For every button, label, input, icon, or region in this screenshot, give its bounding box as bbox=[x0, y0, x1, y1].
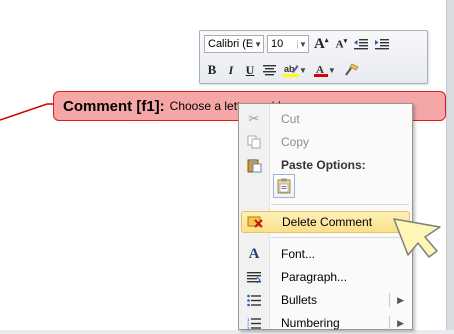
shrink-font-button[interactable]: A▾ bbox=[333, 35, 349, 53]
font-name-combo[interactable]: Calibri (E ▼ bbox=[204, 35, 264, 53]
font-size-value: 10 bbox=[271, 38, 284, 50]
font-icon: A bbox=[248, 245, 260, 262]
chevron-down-icon[interactable]: ▼ bbox=[299, 66, 307, 75]
highlight-button[interactable]: ab ▼ bbox=[281, 61, 309, 79]
menu-item-copy[interactable]: Copy bbox=[241, 131, 410, 153]
font-color-icon: A bbox=[313, 64, 328, 77]
paste-text-only-icon bbox=[277, 178, 291, 194]
increase-indent-icon bbox=[375, 39, 390, 50]
underline-button[interactable]: U bbox=[242, 61, 258, 79]
delete-comment-icon bbox=[242, 211, 268, 233]
menu-item-label: Paste Options: bbox=[281, 158, 366, 172]
menu-item-paste-options: Paste Options: bbox=[241, 154, 410, 176]
paste-keep-text-button[interactable] bbox=[273, 174, 295, 198]
menu-item-cut[interactable]: ✂ Cut bbox=[241, 108, 410, 130]
copy-icon bbox=[241, 131, 267, 153]
chevron-down-icon[interactable]: ▼ bbox=[297, 39, 308, 49]
mouse-pointer-icon bbox=[393, 218, 441, 258]
menu-item-font[interactable]: A Font... bbox=[241, 243, 410, 265]
chevron-down-icon[interactable]: ▼ bbox=[252, 39, 263, 49]
scissors-icon: ✂ bbox=[248, 111, 260, 126]
menu-item-label: Delete Comment bbox=[282, 215, 373, 229]
align-center-button[interactable] bbox=[261, 61, 278, 79]
menu-separator bbox=[271, 204, 409, 205]
highlighter-icon: ab bbox=[283, 64, 299, 77]
menu-item-label: Numbering bbox=[281, 316, 340, 330]
document-margin bbox=[446, 0, 454, 330]
menu-item-delete-comment[interactable]: Delete Comment bbox=[241, 211, 410, 233]
italic-button[interactable]: I bbox=[223, 61, 239, 79]
numbering-icon: 123 bbox=[241, 312, 267, 334]
context-menu: ✂ Cut Copy Paste Options: Delete Comment… bbox=[238, 103, 413, 330]
format-painter-icon bbox=[345, 63, 359, 76]
clipboard-icon bbox=[241, 154, 267, 176]
menu-item-paragraph[interactable]: Paragraph... bbox=[241, 266, 410, 288]
chevron-down-icon[interactable]: ▼ bbox=[328, 66, 336, 75]
menu-item-label: Copy bbox=[281, 135, 310, 149]
grow-font-icon: A▴ bbox=[314, 35, 329, 52]
decrease-indent-icon bbox=[354, 39, 369, 50]
menu-item-label: Bullets bbox=[281, 293, 318, 307]
svg-text:3: 3 bbox=[247, 326, 250, 330]
paragraph-icon bbox=[241, 266, 267, 288]
font-color-button[interactable]: A ▼ bbox=[312, 61, 338, 79]
menu-item-label: Paragraph... bbox=[281, 270, 348, 284]
decrease-indent-button[interactable] bbox=[352, 35, 370, 53]
chevron-right-icon[interactable]: ▶ bbox=[389, 289, 404, 311]
menu-item-label: Font... bbox=[281, 247, 316, 261]
menu-item-numbering[interactable]: 123 Numbering ▶ bbox=[241, 312, 410, 334]
menu-item-label: Cut bbox=[281, 112, 300, 126]
menu-item-bullets[interactable]: Bullets ▶ bbox=[241, 289, 410, 311]
grow-font-button[interactable]: A▴ bbox=[312, 35, 330, 53]
bold-button[interactable]: B bbox=[204, 61, 220, 79]
mini-toolbar: Calibri (E ▼ 10 ▼ A▴ A▾ B I U ab ▼ A ▼ bbox=[199, 30, 428, 84]
font-size-combo[interactable]: 10 ▼ bbox=[267, 35, 309, 53]
shrink-font-icon: A▾ bbox=[335, 37, 348, 51]
bullets-icon bbox=[241, 289, 267, 311]
font-name-value: Calibri (E bbox=[208, 38, 253, 50]
align-center-icon bbox=[263, 65, 276, 76]
comment-label: Comment [f1]: bbox=[63, 97, 165, 115]
chevron-right-icon[interactable]: ▶ bbox=[389, 312, 404, 334]
menu-separator bbox=[271, 237, 409, 238]
increase-indent-button[interactable] bbox=[373, 35, 391, 53]
format-painter-button[interactable] bbox=[341, 61, 361, 79]
